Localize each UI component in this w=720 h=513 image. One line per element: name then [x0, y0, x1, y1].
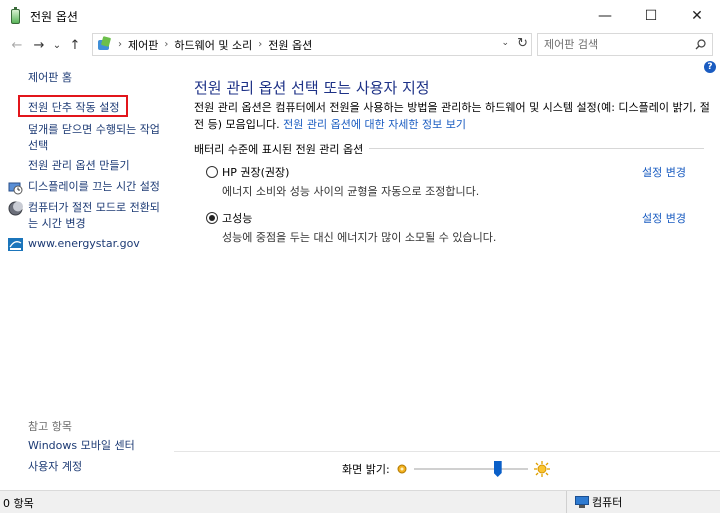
- forward-button[interactable]: →: [28, 34, 50, 56]
- learn-more-link[interactable]: 전원 관리 옵션에 대한 자세한 정보 보기: [283, 118, 466, 131]
- brightness-slider-track[interactable]: [413, 468, 528, 470]
- main-content: ? 전원 관리 옵션 선택 또는 사용자 지정 전원 관리 옵션은 컴퓨터에서 …: [174, 58, 720, 490]
- address-bar[interactable]: › 제어판 › 하드웨어 및 소리 › 전원 옵션 ⌄ ↻: [92, 33, 532, 56]
- battery-power-icon: [8, 7, 24, 25]
- display-off-time-link[interactable]: 디스플레이를 끄는 시간 설정: [8, 179, 168, 195]
- energystar-icon: [8, 238, 23, 251]
- brightness-control: 화면 밝기:: [342, 461, 550, 477]
- see-also-heading: 참고 항목: [28, 420, 72, 433]
- energystar-label: www.energystar.gov: [28, 237, 140, 250]
- address-dropdown-icon[interactable]: ⌄: [501, 38, 509, 48]
- lid-close-action-link[interactable]: 덮개를 닫으면 수행되는 작업 선택: [28, 122, 168, 154]
- power-button-settings-link[interactable]: 전원 단추 작동 설정: [28, 100, 119, 116]
- user-accounts-link[interactable]: 사용자 계정: [28, 459, 82, 475]
- create-power-plan-link[interactable]: 전원 관리 옵션 만들기: [28, 158, 130, 174]
- search-icon[interactable]: [695, 39, 706, 50]
- breadcrumb-separator[interactable]: ›: [258, 39, 262, 50]
- help-icon[interactable]: ?: [704, 61, 716, 73]
- control-panel-home-link[interactable]: 제어판 홈: [28, 70, 72, 86]
- refresh-icon[interactable]: ↻: [517, 36, 528, 51]
- page-description: 전원 관리 옵션은 컴퓨터에서 전원을 사용하는 방법을 관리하는 하드웨어 및…: [194, 99, 714, 133]
- control-panel-icon: [96, 35, 112, 53]
- breadcrumb-separator[interactable]: ›: [118, 39, 122, 50]
- brightness-slider-thumb[interactable]: [493, 461, 502, 477]
- sleep-time-link[interactable]: 컴퓨터가 절전 모드로 전환되는 시간 변경: [8, 200, 168, 232]
- title-bar: 전원 옵션 — ☐ ✕: [0, 0, 720, 32]
- plan-radio-balanced[interactable]: [206, 166, 218, 178]
- brightness-divider: [174, 451, 720, 452]
- brightness-low-icon: [397, 464, 407, 474]
- display-clock-icon: [8, 182, 23, 195]
- status-location: 컴퓨터: [575, 494, 622, 510]
- status-divider: [566, 491, 567, 513]
- breadcrumb-hardware-sound[interactable]: 하드웨어 및 소리: [174, 37, 252, 53]
- computer-icon: [575, 496, 589, 508]
- breadcrumb-control-panel[interactable]: 제어판: [128, 37, 158, 53]
- breadcrumb-power-options[interactable]: 전원 옵션: [268, 37, 312, 53]
- search-input[interactable]: [544, 38, 684, 51]
- brightness-slider[interactable]: [413, 461, 528, 477]
- back-button[interactable]: ←: [6, 34, 28, 56]
- breadcrumb-separator[interactable]: ›: [164, 39, 168, 50]
- location-label: 컴퓨터: [592, 496, 623, 509]
- display-off-time-label: 디스플레이를 끄는 시간 설정: [28, 180, 160, 193]
- plans-group-label: 배터리 수준에 표시된 전원 관리 옵션: [194, 141, 370, 157]
- power-plan-balanced: HP 권장(권장) 에너지 소비와 성능 사이의 균형을 자동으로 조정합니다.…: [206, 164, 686, 199]
- plan-radio-high-performance[interactable]: [206, 212, 218, 224]
- page-title: 전원 관리 옵션 선택 또는 사용자 지정: [194, 79, 430, 97]
- plan-description: 성능에 중점을 두는 대신 에너지가 많이 소모될 수 있습니다.: [222, 231, 497, 244]
- window-title: 전원 옵션: [30, 9, 78, 24]
- minimize-button[interactable]: —: [582, 0, 628, 32]
- recent-locations-button[interactable]: ⌄: [50, 34, 64, 56]
- plan-description: 에너지 소비와 성능 사이의 균형을 자동으로 조정합니다.: [222, 185, 480, 198]
- power-plan-high-performance: 고성능 성능에 중점을 두는 대신 에너지가 많이 소모될 수 있습니다. 설정…: [206, 210, 686, 245]
- up-button[interactable]: ↑: [64, 34, 86, 56]
- plan-name[interactable]: 고성능: [222, 210, 252, 226]
- plan-name[interactable]: HP 권장(권장): [222, 164, 289, 180]
- sleep-moon-icon: [8, 201, 23, 216]
- close-button[interactable]: ✕: [674, 0, 720, 32]
- sleep-time-label: 컴퓨터가 절전 모드로 전환되는 시간 변경: [28, 201, 160, 230]
- maximize-button[interactable]: ☐: [628, 0, 674, 32]
- windows-mobility-center-link[interactable]: Windows 모바일 센터: [28, 438, 135, 454]
- brightness-label: 화면 밝기:: [342, 463, 390, 476]
- navigation-bar: ← → ⌄ ↑ › 제어판 › 하드웨어 및 소리 › 전원 옵션 ⌄ ↻: [0, 32, 720, 58]
- energystar-link[interactable]: www.energystar.gov: [8, 236, 168, 252]
- status-bar: 0 항목 컴퓨터: [0, 490, 720, 513]
- change-plan-settings-link[interactable]: 설정 변경: [642, 164, 686, 180]
- left-navigation-pane: 제어판 홈 전원 단추 작동 설정 덮개를 닫으면 수행되는 작업 선택 전원 …: [0, 58, 174, 490]
- search-box[interactable]: [537, 33, 713, 56]
- item-count: 0 항목: [3, 497, 34, 510]
- change-plan-settings-link[interactable]: 설정 변경: [642, 210, 686, 226]
- brightness-high-icon: [533, 461, 550, 477]
